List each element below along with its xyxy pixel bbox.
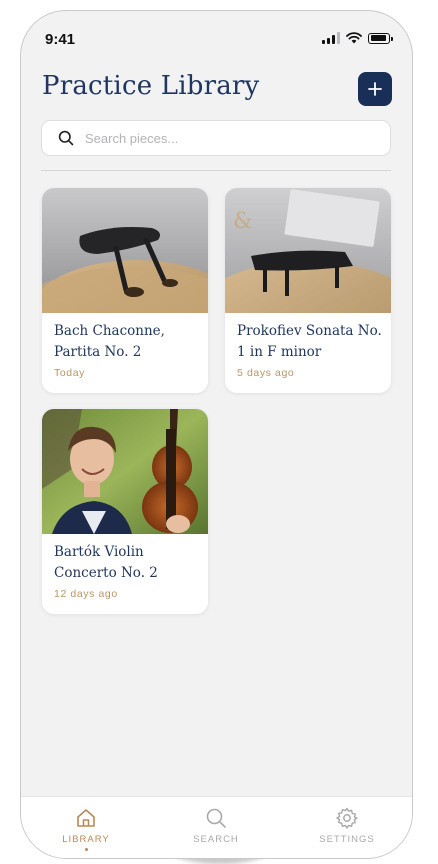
piece-thumbnail: & bbox=[225, 188, 391, 313]
piece-card[interactable]: Bartók Violin Concerto No. 2 12 days ago bbox=[42, 409, 208, 614]
piece-date: 5 days ago bbox=[237, 367, 295, 379]
bottom-nav: LIBRARY SEARCH SETTINGS bbox=[21, 796, 412, 858]
piece-card[interactable]: Bach Chaconne, Partita No. 2 Today bbox=[42, 188, 208, 393]
page-title: Practice Library bbox=[42, 71, 260, 101]
status-bar: 9:41 bbox=[21, 11, 412, 67]
home-icon bbox=[77, 809, 95, 827]
search-icon bbox=[206, 808, 226, 828]
header-divider bbox=[41, 170, 391, 171]
phone-frame: 9:41 Practice Library Search pieces... B… bbox=[20, 10, 413, 859]
nav-label: SETTINGS bbox=[319, 834, 375, 845]
status-icons bbox=[322, 32, 393, 44]
gear-icon bbox=[336, 807, 358, 829]
wifi-icon bbox=[346, 32, 362, 44]
piece-thumbnail bbox=[42, 188, 208, 313]
search-bar[interactable] bbox=[41, 120, 391, 156]
nav-settings[interactable]: SETTINGS bbox=[297, 807, 397, 845]
add-piece-button[interactable] bbox=[358, 72, 392, 106]
search-input[interactable] bbox=[83, 129, 357, 147]
battery-icon bbox=[368, 32, 393, 44]
piece-date: Today bbox=[54, 367, 86, 379]
active-indicator bbox=[84, 848, 88, 851]
piece-title: Bach Chaconne, Partita No. 2 bbox=[54, 323, 165, 360]
piece-title: Bartók Violin Concerto No. 2 bbox=[54, 544, 158, 581]
nav-library[interactable]: LIBRARY bbox=[36, 807, 136, 851]
plus-icon bbox=[368, 82, 382, 96]
status-time: 9:41 bbox=[45, 31, 76, 48]
svg-text:&: & bbox=[233, 209, 253, 234]
nav-label: SEARCH bbox=[193, 834, 239, 845]
piece-title: Prokofiev Sonata No. 1 in F minor bbox=[237, 323, 382, 360]
signal-icon bbox=[322, 32, 340, 44]
nav-label: LIBRARY bbox=[62, 834, 110, 845]
piece-date: 12 days ago bbox=[54, 588, 118, 600]
nav-search[interactable]: SEARCH bbox=[166, 807, 266, 845]
search-icon bbox=[58, 130, 74, 146]
piece-card[interactable]: & Prokofiev Sonata No. 1 in F minor 5 da… bbox=[225, 188, 391, 393]
piece-thumbnail bbox=[42, 409, 208, 534]
